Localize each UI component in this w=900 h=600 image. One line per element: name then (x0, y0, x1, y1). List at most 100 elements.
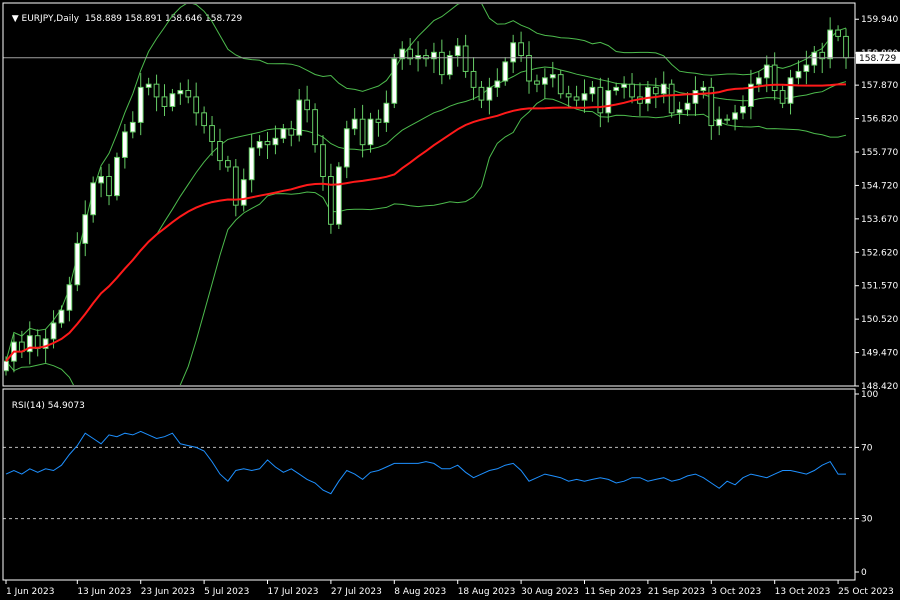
candle-body (478, 86, 485, 101)
candle (486, 77, 493, 115)
candle (724, 114, 731, 124)
candle (795, 60, 802, 85)
candle-body (375, 118, 382, 123)
candle (803, 50, 810, 85)
time-tick-label: 30 Aug 2023 (521, 587, 579, 597)
time-tick-label: 18 Aug 2023 (458, 587, 516, 597)
candle-body (676, 109, 683, 114)
candle (534, 74, 540, 93)
candle (407, 38, 414, 66)
candle-body (217, 140, 223, 162)
rsi-panel-frame (2, 388, 856, 581)
candle-body (652, 86, 659, 95)
time-tick-label: 8 Aug 2023 (394, 587, 446, 597)
axes: 159.940158.880157.870156.820155.770154.7… (2, 2, 900, 597)
candle-body (557, 74, 564, 95)
candle (605, 77, 612, 123)
candle-body (343, 128, 350, 168)
price-tick-label: 154.720 (861, 181, 898, 191)
candle-body (771, 64, 778, 92)
candle-body (145, 83, 152, 88)
candle-body (668, 83, 675, 114)
candle-body (177, 90, 184, 95)
candle-body (732, 112, 738, 120)
candle (106, 163, 112, 206)
candle (209, 116, 215, 156)
candle-body (367, 118, 374, 146)
price-panel (3, 4, 855, 385)
candle (470, 57, 477, 101)
candle-body (98, 176, 104, 184)
candle-body (114, 156, 120, 197)
candle-body (50, 322, 57, 340)
candle (74, 232, 81, 292)
candle (129, 111, 136, 139)
candle-body (359, 118, 366, 146)
candle (328, 163, 334, 234)
candle-body (755, 77, 762, 85)
candle-body (288, 128, 295, 136)
candle-body (240, 179, 247, 206)
candle (541, 68, 548, 99)
candle-body (581, 93, 588, 101)
candle-body (66, 284, 73, 311)
candle-body (407, 48, 414, 60)
price-plot (4, 4, 849, 385)
candle (748, 69, 754, 120)
price-tick-label: 152.620 (861, 248, 898, 258)
candle (835, 25, 841, 42)
candle-body (605, 90, 612, 114)
price-tick-label: 151.570 (861, 282, 898, 292)
candle (660, 71, 667, 104)
candle (526, 41, 532, 94)
candle-body (486, 86, 493, 101)
candle-body (383, 102, 390, 123)
candle-body (573, 96, 580, 101)
rsi-tick-label: 70 (861, 443, 873, 453)
candle-body (629, 83, 635, 98)
candle-body (225, 160, 231, 168)
candle-body (645, 86, 651, 104)
price-tick-label: 153.670 (861, 215, 898, 225)
candle (82, 200, 89, 257)
candle-body (129, 121, 136, 133)
candle-body (684, 102, 691, 111)
price-tick-label: 150.520 (861, 315, 898, 325)
candle (169, 88, 176, 112)
candle (137, 73, 144, 136)
candle-body (692, 90, 699, 104)
candle (621, 76, 627, 99)
candle-body (470, 70, 477, 88)
candle-body (700, 86, 707, 92)
bollinger-middle (5, 66, 847, 362)
candle (676, 101, 683, 124)
candle-body (280, 128, 287, 139)
candle (335, 162, 342, 230)
trading-chart[interactable]: 159.940158.880157.870156.820155.770154.7… (0, 0, 900, 600)
candle-body (835, 29, 841, 37)
candle-body (763, 64, 770, 79)
candle-body (827, 29, 834, 60)
candle-body (82, 214, 89, 244)
candle-body (716, 118, 723, 127)
time-tick-label: 13 Oct 2023 (775, 587, 831, 597)
candle (367, 112, 374, 153)
candle-body (335, 166, 342, 225)
candle-body (795, 70, 802, 79)
candle (232, 159, 239, 217)
candle (438, 39, 445, 85)
candle (34, 329, 41, 357)
candle (177, 82, 184, 105)
candle (684, 92, 691, 117)
candle-body (90, 182, 97, 216)
candle (248, 133, 255, 193)
candle-body (121, 131, 128, 158)
candle-body (811, 51, 818, 66)
candle (589, 81, 596, 102)
candle (185, 79, 192, 104)
candle-body (462, 45, 469, 72)
price-tick-label: 155.770 (861, 148, 898, 158)
candle (58, 305, 65, 328)
candle-body (660, 83, 667, 95)
candle-body (621, 83, 627, 88)
